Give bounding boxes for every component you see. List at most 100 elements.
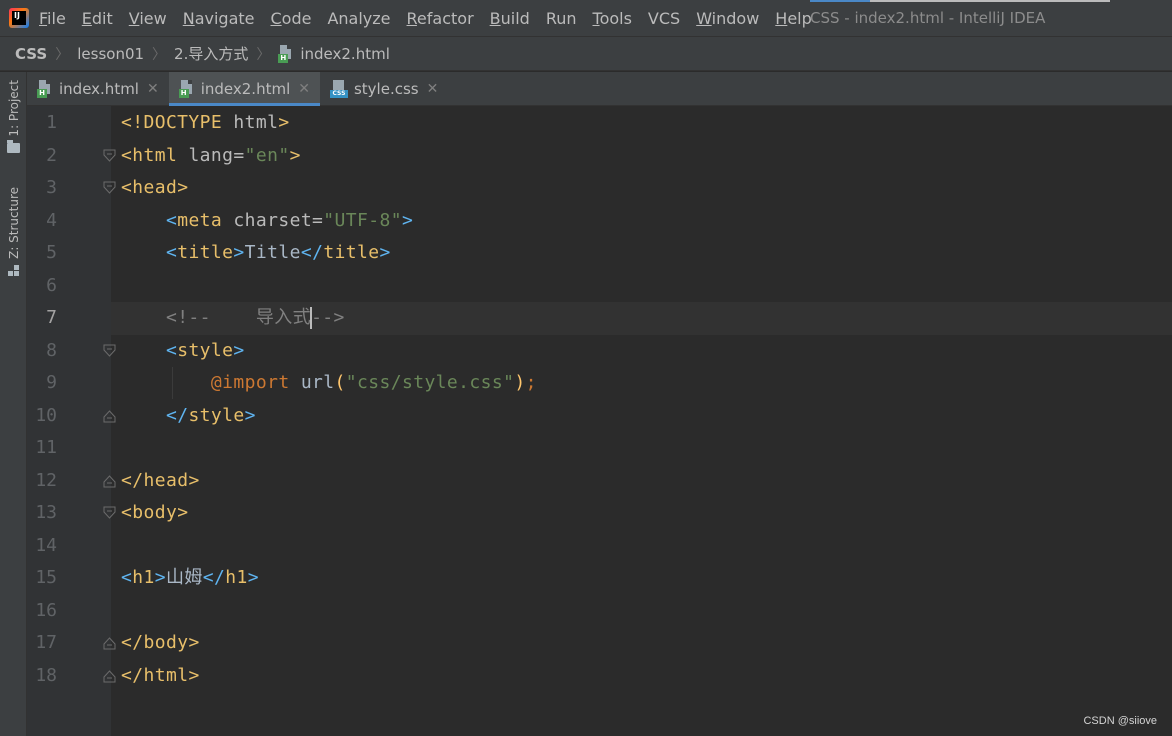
code-line[interactable]: 8 <style> [27, 335, 1172, 368]
window-title: CSS - index2.html - IntelliJ IDEA [810, 9, 1046, 27]
string-value: "css/style.css" [345, 372, 515, 393]
tag-bracket: < [165, 242, 178, 263]
code-line[interactable]: 13 <body> [27, 497, 1172, 530]
code-line[interactable]: 3 <head> [27, 172, 1172, 205]
semicolon: ; [525, 372, 537, 393]
code-line[interactable]: 10 </style> [27, 400, 1172, 433]
paren: ( [334, 372, 346, 393]
editor-tab-bar: H index.html ✕ H index2.html ✕ CSS style… [27, 72, 1172, 106]
code-line[interactable]: 15 <h1>山姆</h1> [27, 562, 1172, 595]
structure-tool-button[interactable]: Z: Structure [0, 187, 27, 277]
tag-bracket: > [233, 242, 245, 263]
project-tool-button[interactable]: 1: Project [0, 80, 27, 153]
tag-bracket: </ [202, 567, 226, 588]
tag-bracket: > [379, 242, 391, 263]
tab-index-html[interactable]: H index.html ✕ [27, 72, 169, 105]
html-file-icon: H [37, 79, 53, 98]
menu-file[interactable]: File [39, 9, 66, 28]
code-line[interactable]: 18 </html> [27, 660, 1172, 693]
line-number: 5 [46, 242, 57, 263]
code-editor[interactable]: 1 <!DOCTYPE html> 2 <html lang="en"> 3 <… [27, 106, 1172, 736]
line-number: 14 [35, 534, 57, 556]
line-number: 12 [35, 469, 57, 491]
menu-vcs[interactable]: VCS [648, 9, 680, 28]
tag-bracket: > [177, 502, 189, 523]
menu-tools[interactable]: Tools [593, 9, 632, 28]
tab-index2-html[interactable]: H index2.html ✕ [168, 72, 321, 106]
code-line[interactable]: 11 [27, 432, 1172, 465]
line-number: 13 [35, 502, 57, 523]
tag-name: head [143, 469, 189, 491]
menu-bar: IJ File Edit View Navigate Code Analyze … [0, 0, 1172, 36]
tag-name: style [177, 339, 234, 361]
comment-end: --> [311, 307, 345, 328]
breadcrumb-folder-lesson01[interactable]: lesson01 [77, 45, 144, 63]
function-name: url [289, 372, 335, 393]
close-icon[interactable]: ✕ [147, 81, 159, 97]
menu-analyze[interactable]: Analyze [327, 9, 390, 28]
intellij-logo-icon: IJ [9, 8, 29, 28]
project-tool-label: 1: Project [6, 80, 21, 137]
tag-name: body [132, 502, 178, 523]
structure-icon [7, 264, 20, 277]
code-line[interactable]: 4 <meta charset="UTF-8"> [27, 205, 1172, 238]
tag-bracket: > [244, 404, 256, 426]
tag-bracket: < [165, 339, 178, 361]
tag-bracket: </ [165, 404, 189, 426]
doctype-keyword: <!DOCTYPE [121, 112, 223, 133]
menu-help[interactable]: Help [775, 9, 811, 28]
breadcrumb-project[interactable]: CSS [15, 45, 47, 63]
menu-code[interactable]: Code [271, 9, 312, 28]
tag-bracket: > [247, 567, 260, 588]
attr-value: "UTF-8" [323, 209, 402, 231]
structure-tool-label: Z: Structure [6, 187, 21, 259]
menu-window[interactable]: Window [696, 9, 759, 28]
tag-name: title [323, 242, 380, 263]
menu-refactor[interactable]: Refactor [407, 9, 474, 28]
menu-view[interactable]: View [129, 9, 167, 28]
tab-label: style.css [353, 79, 419, 98]
tag-name: meta [177, 209, 223, 231]
chevron-right-icon: 〉 [152, 46, 167, 63]
tag-bracket: < [121, 502, 133, 523]
line-number: 16 [35, 599, 57, 621]
comment: <!-- 导入式 [165, 307, 312, 328]
close-icon[interactable]: ✕ [427, 81, 439, 97]
tag-name: h1 [225, 567, 248, 588]
code-line[interactable]: 9 @import url("css/style.css"); [27, 367, 1172, 400]
tag-name: h1 [132, 567, 155, 588]
code-line[interactable]: 5 <title>Title</title> [27, 237, 1172, 270]
chevron-right-icon: 〉 [256, 46, 271, 63]
tag-bracket: </ [121, 664, 144, 686]
doctype-value: html [222, 112, 279, 133]
tab-style-css[interactable]: CSS style.css ✕ [320, 72, 448, 105]
line-number: 8 [46, 339, 57, 361]
breadcrumb-file[interactable]: H index2.html [278, 44, 390, 63]
menu-build[interactable]: Build [490, 9, 530, 28]
code-line[interactable]: 12 </head> [27, 465, 1172, 498]
tag-bracket: > [154, 567, 166, 588]
menu-navigate[interactable]: Navigate [183, 9, 255, 28]
code-line[interactable]: 1 <!DOCTYPE html> [27, 107, 1172, 140]
breadcrumb-folder-import[interactable]: 2.导入方式 [174, 43, 248, 64]
tag-name: html [143, 664, 189, 686]
line-number: 10 [35, 404, 57, 426]
tag-bracket: > [188, 664, 200, 686]
paren: ) [514, 372, 526, 393]
tag-bracket: < [121, 144, 133, 166]
code-line[interactable]: 2 <html lang="en"> [27, 140, 1172, 173]
code-line[interactable]: 14 [27, 530, 1172, 563]
tag-bracket: > [233, 339, 245, 361]
tag-name: style [188, 404, 245, 426]
menu-edit[interactable]: Edit [82, 9, 113, 28]
code-line[interactable]: 6 [27, 270, 1172, 303]
code-line[interactable]: 17 </body> [27, 627, 1172, 660]
code-line[interactable]: 16 [27, 595, 1172, 628]
menu-run[interactable]: Run [546, 9, 577, 28]
close-icon[interactable]: ✕ [298, 81, 310, 97]
indent-guide [172, 367, 173, 399]
code-line-current[interactable]: 7 <!-- 导入式--> [27, 302, 1172, 335]
